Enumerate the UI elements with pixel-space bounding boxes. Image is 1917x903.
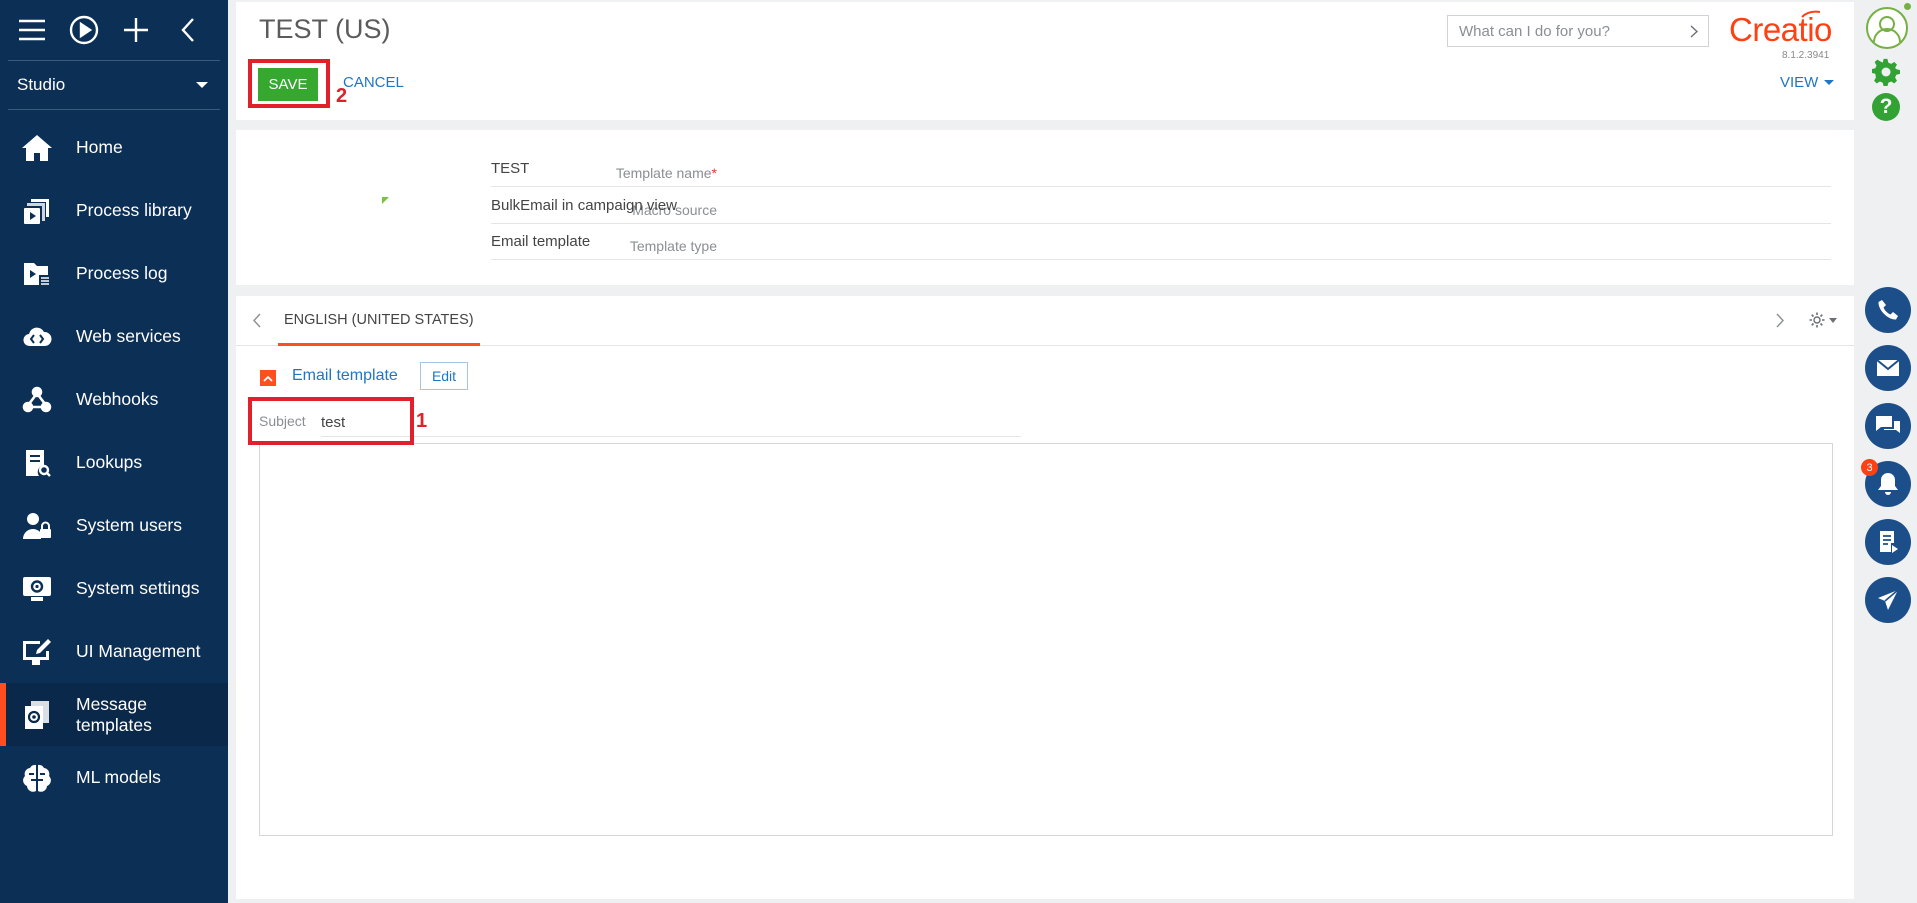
chat-icon: [1876, 416, 1900, 433]
sidebar-toolbar: [0, 0, 228, 60]
view-label: VIEW: [1780, 74, 1819, 91]
sidebar-item-process-log[interactable]: Process log: [0, 242, 228, 305]
webhooks-icon: [20, 383, 54, 417]
workplace-label: Studio: [17, 75, 66, 94]
notification-count-badge: 3: [1861, 459, 1878, 476]
ui-management-icon: [20, 635, 54, 669]
process-library-icon: [20, 194, 54, 228]
process-log-icon: [20, 257, 54, 291]
chevron-left-icon[interactable]: [252, 313, 261, 328]
annotation-number-1: 1: [416, 410, 428, 432]
system-designer-gear-icon[interactable]: [1872, 58, 1900, 86]
label-line-1: Message: [76, 693, 148, 714]
logo-swoosh-icon: [1801, 10, 1821, 18]
lookup-marker-icon: [382, 197, 389, 204]
sidebar: Studio Home Process library Process log: [0, 0, 228, 903]
menu-icon[interactable]: [14, 12, 50, 48]
edit-button[interactable]: Edit: [420, 362, 468, 390]
version-label: 8.1.2.3941: [1782, 50, 1830, 61]
sidebar-item-label: Web services: [76, 326, 181, 346]
sidebar-item-ml-models[interactable]: ML models: [0, 746, 228, 809]
sidebar-item-ui-management[interactable]: UI Management: [0, 620, 228, 683]
command-search-input[interactable]: What can I do for you?: [1447, 15, 1709, 47]
envelope-icon: [1876, 359, 1900, 376]
annotation-box-save: [248, 59, 330, 108]
sidebar-item-label: Process log: [76, 263, 168, 283]
template-editor-panel: ENGLISH (UNITED STATES) Email template E…: [236, 296, 1854, 899]
chevron-down-icon: [1829, 317, 1837, 323]
bell-icon: [1878, 473, 1898, 495]
sidebar-item-label: Home: [76, 137, 123, 157]
sidebar-item-system-users[interactable]: System users: [0, 494, 228, 557]
send-button[interactable]: [1865, 577, 1911, 623]
email-template-section-title[interactable]: Email template: [292, 367, 398, 385]
email-button[interactable]: [1865, 345, 1911, 391]
page-title: TEST (US): [259, 14, 391, 44]
chevron-right-icon[interactable]: [1690, 25, 1698, 38]
document-feed-icon: [1880, 531, 1898, 553]
sidebar-item-system-settings[interactable]: System settings: [0, 557, 228, 620]
collapse-sidebar-icon[interactable]: [170, 12, 206, 48]
sidebar-item-web-services[interactable]: Web services: [0, 305, 228, 368]
sidebar-item-label: Lookups: [76, 452, 143, 472]
divider: [8, 109, 220, 110]
home-icon: [20, 131, 54, 165]
template-type-row: Template type Email template: [236, 230, 1854, 260]
template-name-field[interactable]: TEST: [491, 160, 1831, 187]
chevron-down-icon: [1824, 80, 1835, 85]
sidebar-item-lookups[interactable]: Lookups: [0, 431, 228, 494]
sidebar-item-label: Process library: [76, 200, 192, 220]
annotation-box-subject: [248, 397, 414, 445]
sidebar-item-process-library[interactable]: Process library: [0, 179, 228, 242]
phone-button[interactable]: [1865, 287, 1911, 333]
help-icon[interactable]: ?: [1872, 93, 1900, 121]
chat-button[interactable]: [1865, 403, 1911, 449]
gear-icon: [1809, 312, 1825, 328]
sidebar-nav: Home Process library Process log Web ser…: [0, 116, 228, 809]
message-templates-icon: [20, 698, 54, 732]
user-avatar[interactable]: [1866, 7, 1908, 49]
add-icon[interactable]: [118, 12, 154, 48]
sidebar-item-label: System settings: [76, 578, 200, 598]
sidebar-item-message-templates[interactable]: Message templates: [0, 683, 228, 746]
feed-button[interactable]: [1865, 519, 1911, 565]
search-placeholder: What can I do for you?: [1459, 22, 1610, 40]
tab-english-united-states[interactable]: ENGLISH (UNITED STATES): [278, 296, 480, 346]
phone-icon: [1878, 300, 1898, 320]
annotation-number-2: 2: [336, 85, 348, 107]
template-name-row: Template name* TEST: [236, 157, 1854, 187]
sidebar-item-home[interactable]: Home: [0, 116, 228, 179]
sidebar-item-webhooks[interactable]: Webhooks: [0, 368, 228, 431]
macro-source-row: Macro source BulkEmail in campaign view: [236, 194, 1854, 224]
page-header: TEST (US) SAVE CANCEL What can I do for …: [236, 2, 1854, 120]
ml-models-icon: [20, 761, 54, 795]
language-tabs: ENGLISH (UNITED STATES): [236, 296, 1854, 346]
chevron-right-icon[interactable]: [1776, 313, 1785, 328]
sidebar-item-label: UI Management: [76, 641, 201, 661]
run-process-icon[interactable]: [66, 12, 102, 48]
right-rail: [1862, 0, 1917, 903]
sidebar-item-label: System users: [76, 515, 182, 535]
sidebar-item-label: Message templates: [76, 694, 152, 736]
template-fields-panel: Template name* TEST Macro source BulkEma…: [236, 130, 1854, 285]
sidebar-item-label: ML models: [76, 767, 161, 787]
online-status-dot: [1904, 3, 1911, 10]
sidebar-item-label: Webhooks: [76, 389, 159, 409]
system-settings-icon: [20, 572, 54, 606]
paper-plane-icon: [1878, 589, 1899, 610]
cancel-button[interactable]: CANCEL: [343, 74, 404, 91]
web-services-icon: [20, 320, 54, 354]
macro-source-field[interactable]: BulkEmail in campaign view: [491, 197, 1831, 224]
workplace-selector[interactable]: Studio: [0, 61, 228, 109]
user-profile-icon: [1873, 16, 1901, 43]
label-line-2: templates: [76, 714, 152, 735]
email-body-editor[interactable]: [259, 443, 1833, 836]
chevron-down-icon: [196, 82, 208, 88]
tab-settings-button[interactable]: [1808, 311, 1837, 329]
template-type-field[interactable]: Email template: [491, 233, 1831, 260]
lookups-icon: [20, 446, 54, 480]
view-button[interactable]: VIEW: [1780, 74, 1835, 91]
system-users-icon: [20, 509, 54, 543]
collapse-section-icon[interactable]: [260, 370, 276, 386]
